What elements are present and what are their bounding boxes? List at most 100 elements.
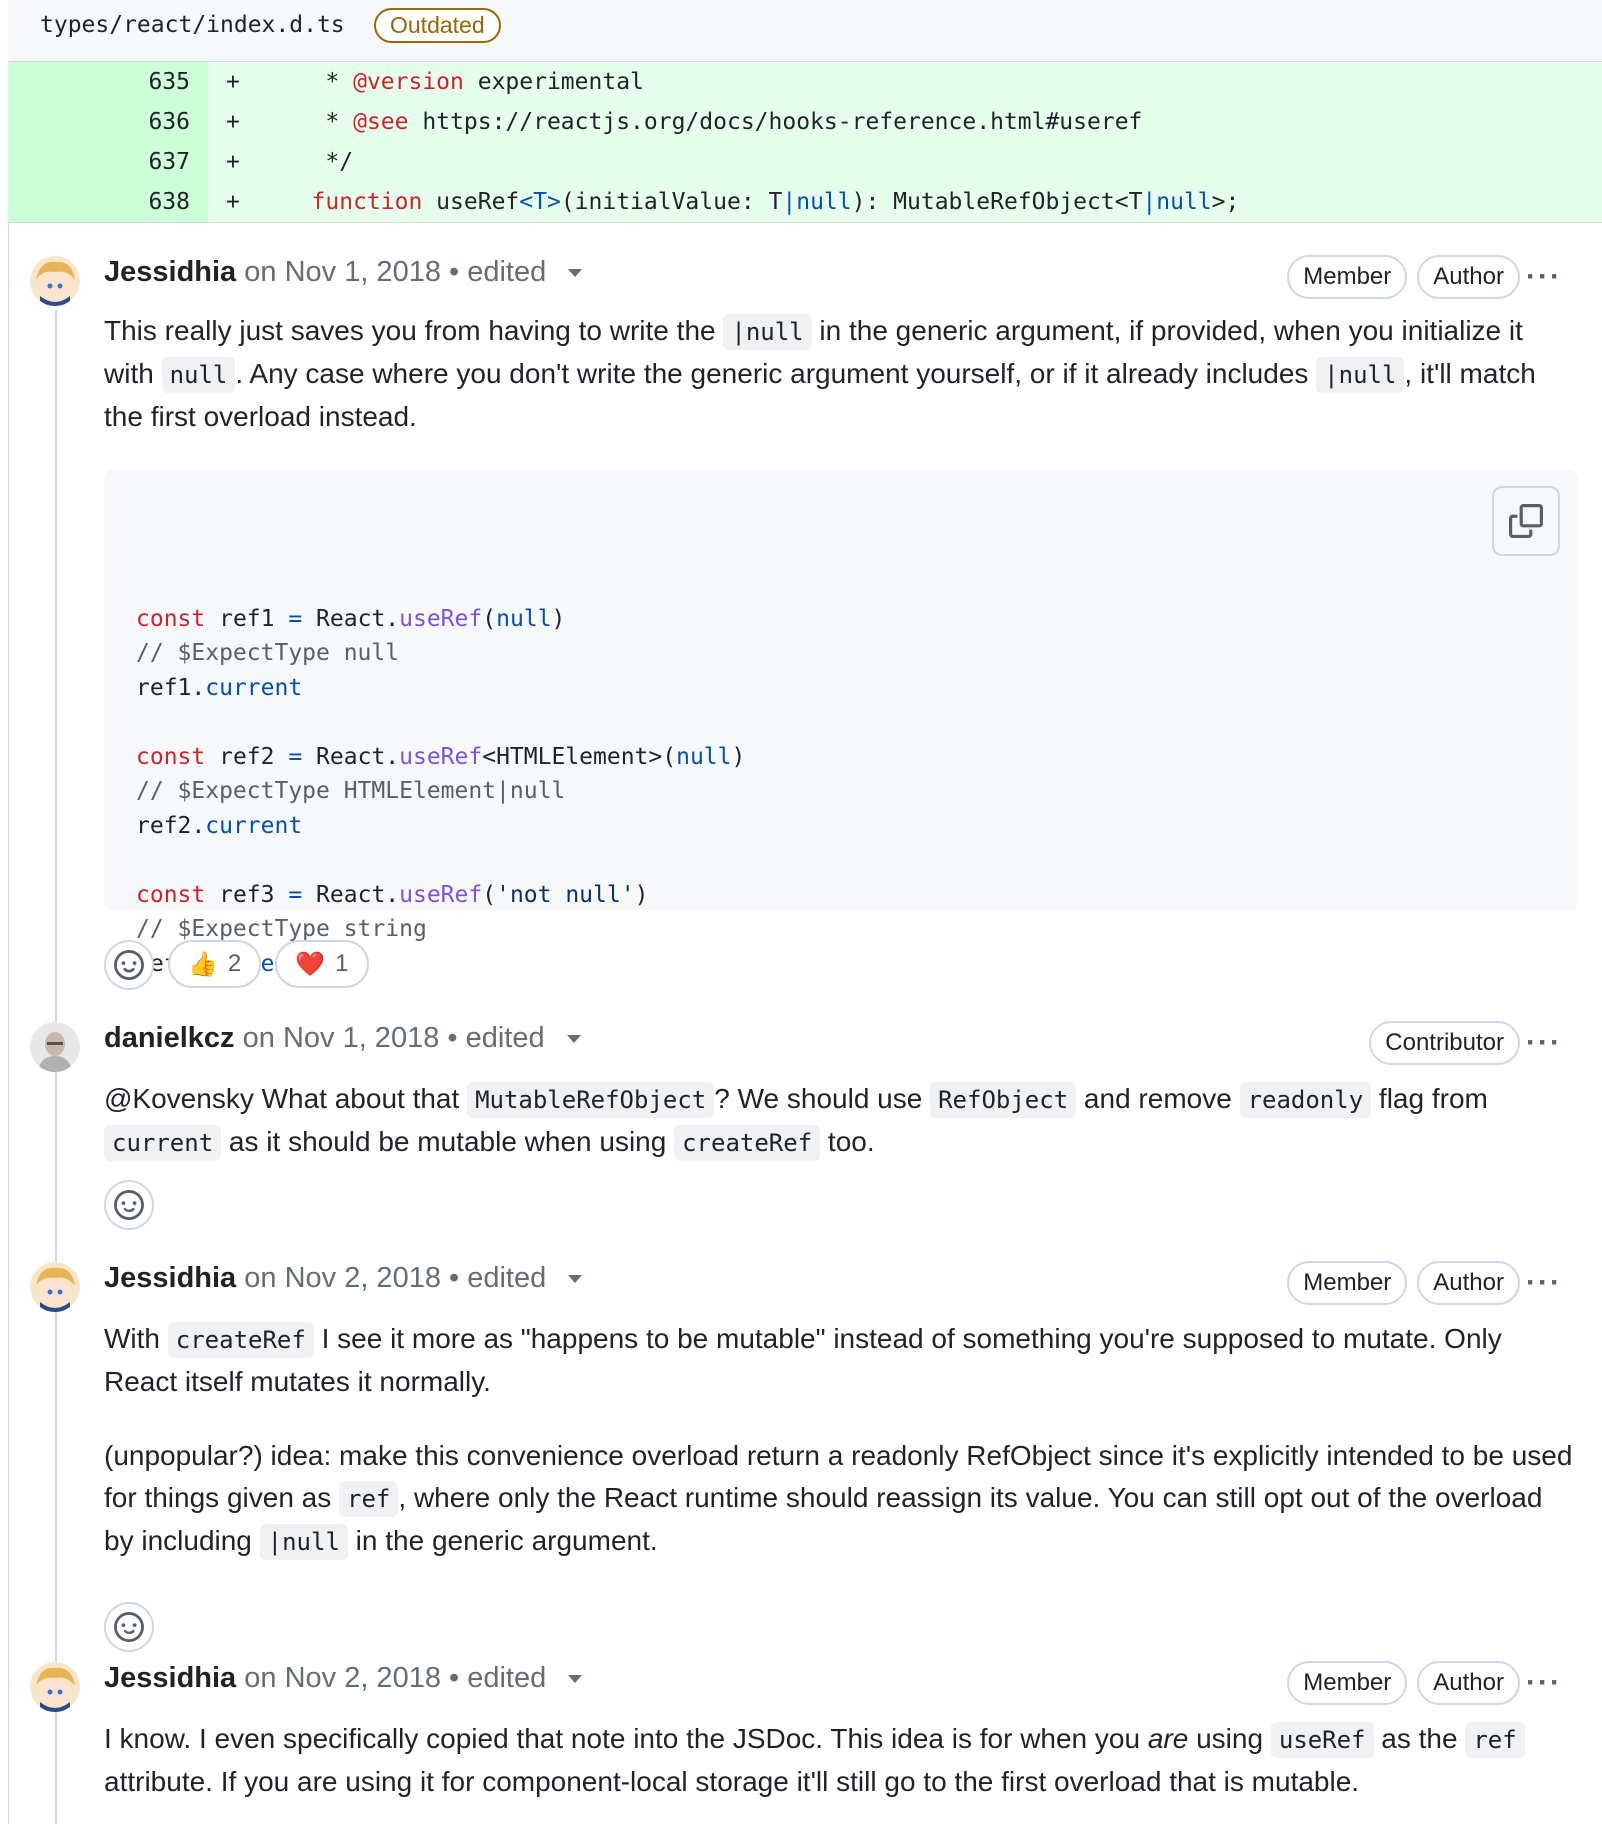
author-name[interactable]: danielkcz: [104, 1022, 235, 1054]
line-number[interactable]: 637: [8, 142, 208, 182]
separator-dot: •: [449, 1662, 468, 1694]
reaction-count: 1: [335, 950, 349, 977]
text-run: . Any case where you don't write the gen…: [235, 358, 1317, 389]
diff-hunk: 635 + * @version experimental 636 + * @see …: [8, 62, 1602, 222]
triangle-down-icon[interactable]: [566, 1035, 581, 1044]
avatar[interactable]: [30, 256, 80, 306]
line-number[interactable]: 638: [8, 182, 208, 222]
code-token: experimental: [463, 69, 644, 95]
edited-label[interactable]: edited: [467, 1662, 546, 1694]
diff-divider: [8, 222, 1602, 223]
code-token: // $ExpectType string: [136, 916, 427, 942]
code-token: =: [288, 743, 303, 770]
reactions-bar: [104, 1180, 154, 1230]
contributor-badge: Contributor: [1369, 1021, 1520, 1065]
avatar[interactable]: [30, 1662, 80, 1712]
avatar[interactable]: [30, 1022, 80, 1072]
line-number[interactable]: 635: [8, 62, 208, 102]
triangle-down-icon[interactable]: [568, 1275, 583, 1284]
avatar-image: [30, 256, 80, 306]
code-token: function: [311, 189, 423, 215]
comment-date[interactable]: on Nov 2, 2018: [244, 1662, 441, 1694]
comment-date[interactable]: on Nov 1, 2018: [243, 1022, 440, 1054]
reactions-bar: 👍 2 ❤️ 1: [104, 940, 369, 990]
member-badge: Member: [1287, 1261, 1408, 1305]
line-number[interactable]: 636: [8, 102, 208, 142]
code-line: const ref2 = React.useRef<HTMLElement>(n…: [136, 740, 1546, 775]
author-name[interactable]: Jessidhia: [104, 1262, 236, 1294]
add-reaction-button[interactable]: [104, 940, 154, 990]
code-token: 'not null': [496, 881, 635, 908]
code-token: ref3: [205, 881, 289, 908]
avatar[interactable]: [30, 1262, 80, 1312]
text-run: I see it more as "happens to be mutable"…: [104, 1323, 1502, 1397]
code-token: *: [270, 69, 354, 95]
text-run: as it should be mutable when using: [221, 1126, 675, 1157]
code-line: const ref3 = React.useRef('not null'): [136, 878, 1546, 913]
code-line: ref2.current: [136, 809, 1546, 844]
code-token: React.: [302, 605, 400, 632]
comment-date[interactable]: on Nov 2, 2018: [244, 1262, 441, 1294]
diff-line[interactable]: 636 + * @see https://reactjs.org/docs/hoo…: [8, 102, 1602, 142]
comment-date[interactable]: on Nov 1, 2018: [244, 256, 441, 288]
diff-code: */: [270, 142, 353, 182]
code-token: *: [270, 109, 354, 135]
inline-code: null: [161, 357, 236, 393]
diff-line[interactable]: 638 + function useRef<T>(initialValue: T|…: [8, 182, 1602, 222]
copy-icon: [1509, 504, 1543, 538]
code-token: useRef: [399, 743, 483, 770]
role-badges: Member Author: [1287, 1261, 1520, 1305]
text-run: @Kovensky What about that: [104, 1083, 468, 1114]
kebab-horizontal-icon[interactable]: ···: [1526, 1666, 1562, 1700]
avatar-image: [30, 1662, 80, 1712]
text-run: I know. I even specifically copied that …: [104, 1723, 1148, 1754]
inline-code: readonly: [1239, 1082, 1372, 1118]
add-reaction-button[interactable]: [104, 1180, 154, 1230]
comment-body: With createRef I see it more as "happens…: [104, 1318, 1574, 1595]
code-line: // $ExpectType HTMLElement|null: [136, 774, 1546, 809]
avatar-image: [30, 1262, 80, 1312]
comment-header: Jessidhia on Nov 2, 2018 • edited: [104, 1262, 583, 1295]
diff-line[interactable]: 637 + */: [8, 142, 1602, 182]
code-token: ): MutableRefObject<T: [851, 189, 1143, 215]
code-token: |null: [1142, 189, 1212, 215]
text-run: as the: [1373, 1723, 1466, 1754]
edited-label[interactable]: edited: [467, 1262, 546, 1294]
comment-text: (unpopular?) idea: make this convenience…: [104, 1435, 1574, 1563]
text-run: flag from: [1371, 1083, 1488, 1114]
code-token: useRef: [422, 189, 520, 215]
inline-code: RefObject: [930, 1082, 1077, 1118]
triangle-down-icon[interactable]: [568, 269, 583, 278]
triangle-down-icon[interactable]: [568, 1675, 583, 1684]
code-token: const: [136, 881, 206, 908]
role-badges: Member Author: [1287, 255, 1520, 299]
edited-label[interactable]: edited: [466, 1022, 545, 1054]
add-reaction-button[interactable]: [104, 1602, 154, 1652]
text-run: and remove: [1076, 1083, 1240, 1114]
text-run: This really just saves you from having t…: [104, 315, 724, 346]
code-block: const ref1 = React.useRef(null)// $Expec…: [104, 470, 1578, 977]
diff-line[interactable]: 635 + * @version experimental: [8, 62, 1602, 102]
kebab-horizontal-icon[interactable]: ···: [1526, 1266, 1562, 1300]
code-token: */: [270, 149, 354, 175]
edited-label[interactable]: edited: [467, 256, 546, 288]
author-name[interactable]: Jessidhia: [104, 1662, 236, 1694]
code-token: (: [482, 881, 497, 908]
role-badges: Member Author: [1287, 1661, 1520, 1705]
thumbs-up-reaction[interactable]: 👍 2: [168, 940, 262, 988]
code-token: ref2: [205, 743, 289, 770]
kebab-horizontal-icon[interactable]: ···: [1526, 260, 1562, 294]
text-run: ? We should use: [714, 1083, 931, 1114]
author-name[interactable]: Jessidhia: [104, 256, 236, 288]
copy-button[interactable]: [1492, 486, 1560, 556]
file-path[interactable]: types/react/index.d.ts: [40, 12, 345, 38]
kebab-horizontal-icon[interactable]: ···: [1526, 1026, 1562, 1060]
comment-text: @Kovensky What about that MutableRefObje…: [104, 1078, 1574, 1164]
code-token: https://reactjs.org/docs/hooks-reference…: [408, 109, 1143, 135]
comment-text: I know. I even specifically copied that …: [104, 1718, 1574, 1803]
code-token: =: [288, 881, 303, 908]
diff-sign: +: [226, 189, 240, 215]
heart-reaction[interactable]: ❤️ 1: [275, 940, 369, 988]
